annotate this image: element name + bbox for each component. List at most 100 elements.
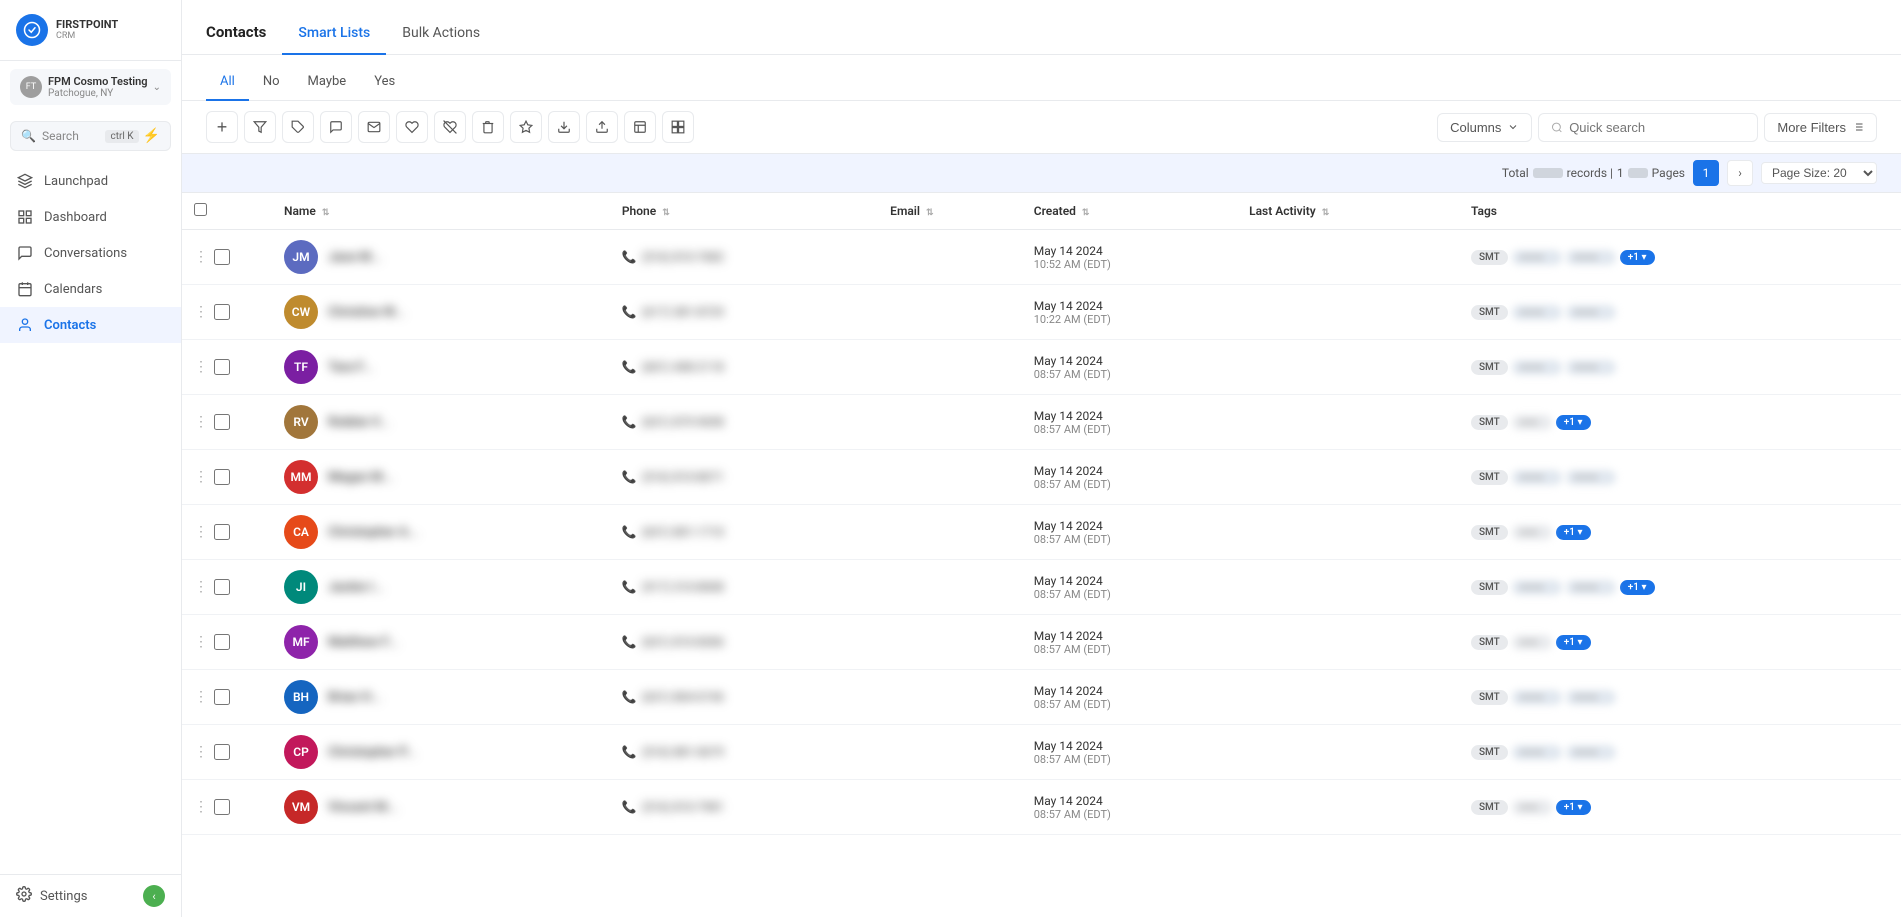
contact-name-cell[interactable]: MF Matthew F... <box>272 615 610 670</box>
row-menu-button[interactable]: ⋮ <box>194 634 208 650</box>
tag-more[interactable]: +1 ▾ <box>1556 635 1591 650</box>
columns-button[interactable]: Columns <box>1437 113 1532 142</box>
sidebar-item-calendars[interactable]: Calendars <box>0 271 181 307</box>
upload-button[interactable] <box>586 111 618 143</box>
contact-last-activity-cell <box>1237 340 1459 395</box>
row-checkbox[interactable] <box>214 414 230 430</box>
sidebar-item-contacts[interactable]: Contacts <box>0 307 181 343</box>
contact-phone-cell[interactable]: 📞 (601) 408-2118 <box>610 340 878 395</box>
contact-phone-cell[interactable]: 📞 (917) 310-8008 <box>610 560 878 615</box>
contact-phone-cell[interactable]: 📞 (617) 381-8729 <box>610 285 878 340</box>
created-date: May 14 2024 <box>1034 629 1225 643</box>
filter-tab-all[interactable]: All <box>206 66 249 101</box>
more-filters-button[interactable]: More Filters <box>1764 113 1877 142</box>
contact-phone-cell[interactable]: 📞 (516) 810-7682 <box>610 230 878 285</box>
quick-search-input[interactable] <box>1569 120 1745 135</box>
row-checkbox[interactable] <box>214 524 230 540</box>
row-menu-button[interactable]: ⋮ <box>194 524 208 540</box>
email-button[interactable] <box>358 111 390 143</box>
tag-more[interactable]: +1 ▾ <box>1620 250 1655 265</box>
row-checkbox[interactable] <box>214 689 230 705</box>
phone-icon: 📞 <box>622 250 637 264</box>
tab-bulk-actions[interactable]: Bulk Actions <box>386 17 496 55</box>
row-checkbox[interactable] <box>214 469 230 485</box>
contact-avatar: JM <box>284 240 318 274</box>
row-menu-button[interactable]: ⋮ <box>194 744 208 760</box>
chart-button[interactable] <box>624 111 656 143</box>
search-bar[interactable]: 🔍 Search ctrl K ⚡ <box>10 121 171 151</box>
contact-name-cell[interactable]: TF Tara F... <box>272 340 610 395</box>
heart-slash-button[interactable] <box>434 111 466 143</box>
row-checkbox[interactable] <box>214 579 230 595</box>
row-menu-button[interactable]: ⋮ <box>194 359 208 375</box>
table-row: ⋮ VM Vincent M... 📞 (516) 810-7981 May 1… <box>182 780 1901 835</box>
contact-phone-cell[interactable]: 📞 (631) 804-0196 <box>610 670 878 725</box>
row-menu-button[interactable]: ⋮ <box>194 304 208 320</box>
add-contact-button[interactable]: + <box>206 111 238 143</box>
tag-more[interactable]: +1 ▾ <box>1620 580 1655 595</box>
page-size-select[interactable]: Page Size: 20 Page Size: 50 Page Size: 1… <box>1761 162 1877 184</box>
row-checkbox[interactable] <box>214 249 230 265</box>
row-checkbox[interactable] <box>214 304 230 320</box>
sidebar-collapse-button[interactable]: ‹ <box>143 885 165 907</box>
image-button[interactable] <box>662 111 694 143</box>
tab-contacts[interactable]: Contacts <box>206 15 282 55</box>
contact-name-cell[interactable]: CW Christine W... <box>272 285 610 340</box>
sidebar-item-conversations[interactable]: Conversations <box>0 235 181 271</box>
contact-name-cell[interactable]: RV Robbie V... <box>272 395 610 450</box>
row-checkbox[interactable] <box>214 744 230 760</box>
row-menu-button[interactable]: ⋮ <box>194 689 208 705</box>
filter-button[interactable] <box>244 111 276 143</box>
row-menu-button[interactable]: ⋮ <box>194 249 208 265</box>
contact-created-cell: May 14 2024 08:57 AM (EDT) <box>1022 615 1237 670</box>
tag-more[interactable]: +1 ▾ <box>1556 525 1591 540</box>
page-next-button[interactable]: › <box>1727 160 1753 186</box>
tag-more[interactable]: +1 ▾ <box>1556 415 1591 430</box>
message-button[interactable] <box>320 111 352 143</box>
contact-phone-cell[interactable]: 📞 (516) 810-7981 <box>610 780 878 835</box>
contact-name: Christine W... <box>328 305 405 320</box>
contact-phone-cell[interactable]: 📞 (516) 881-0679 <box>610 725 878 780</box>
contact-phone-cell[interactable]: 📞 (516) 810-8071 <box>610 450 878 505</box>
sidebar-item-launchpad[interactable]: Launchpad <box>0 163 181 199</box>
page-1-button[interactable]: 1 <box>1693 160 1719 186</box>
settings-item[interactable]: Settings <box>16 886 87 906</box>
star-button[interactable] <box>510 111 542 143</box>
quick-search-container[interactable] <box>1538 113 1758 142</box>
row-menu-button[interactable]: ⋮ <box>194 469 208 485</box>
col-name: Name ⇅ <box>272 193 610 230</box>
contact-phone-cell[interactable]: 📞 (631) 879-9698 <box>610 395 878 450</box>
tag-more[interactable]: +1 ▾ <box>1556 800 1591 815</box>
row-menu-button[interactable]: ⋮ <box>194 414 208 430</box>
contact-name-cell[interactable]: MM Megan M... <box>272 450 610 505</box>
filter-tab-yes[interactable]: Yes <box>360 66 409 101</box>
contact-created-cell: May 14 2024 08:57 AM (EDT) <box>1022 725 1237 780</box>
contact-name-cell[interactable]: CA Christopher A... <box>272 505 610 560</box>
delete-button[interactable] <box>472 111 504 143</box>
contact-name-cell[interactable]: VM Vincent M... <box>272 780 610 835</box>
row-menu-button[interactable]: ⋮ <box>194 799 208 815</box>
contact-last-activity-cell <box>1237 725 1459 780</box>
tag-button[interactable] <box>282 111 314 143</box>
contact-name-cell[interactable]: JM Jane M... <box>272 230 610 285</box>
tab-smart-lists[interactable]: Smart Lists <box>282 17 386 55</box>
row-menu-button[interactable]: ⋮ <box>194 579 208 595</box>
contact-phone-cell[interactable]: 📞 (631) 801-1710 <box>610 505 878 560</box>
heart-button[interactable] <box>396 111 428 143</box>
workspace-selector[interactable]: FT FPM Cosmo Testing Patchogue, NY ⌄ <box>10 69 171 105</box>
filter-tab-maybe[interactable]: Maybe <box>294 66 361 101</box>
col-created: Created ⇅ <box>1022 193 1237 230</box>
row-checkbox[interactable] <box>214 799 230 815</box>
select-all-checkbox[interactable] <box>194 203 207 216</box>
contact-phone-cell[interactable]: 📞 (631) 810-8306 <box>610 615 878 670</box>
row-checkbox[interactable] <box>214 634 230 650</box>
contact-name-cell[interactable]: BH Brian H... <box>272 670 610 725</box>
contact-name-cell[interactable]: CP Christopher P... <box>272 725 610 780</box>
filter-tab-no[interactable]: No <box>249 66 294 101</box>
contact-name-cell[interactable]: JI Jackie I... <box>272 560 610 615</box>
download-button[interactable] <box>548 111 580 143</box>
sidebar-item-dashboard[interactable]: Dashboard <box>0 199 181 235</box>
contacts-icon <box>16 316 34 334</box>
row-checkbox[interactable] <box>214 359 230 375</box>
tag-blurred: ●●●● <box>1512 690 1562 705</box>
